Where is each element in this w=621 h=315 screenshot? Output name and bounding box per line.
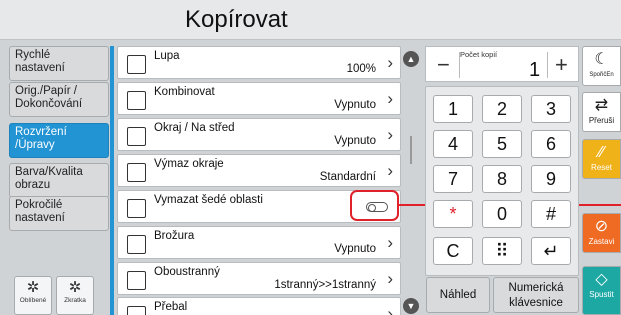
stop-button[interactable]: ⊘ Zastavi	[582, 213, 621, 253]
erase-grey-icon	[127, 199, 146, 218]
chevron-right-icon: ›	[387, 53, 393, 72]
key-8[interactable]: 8	[482, 165, 522, 193]
cover-icon	[127, 306, 146, 315]
key-9[interactable]: 9	[531, 165, 571, 193]
list-item-combine[interactable]: Kombinovat Vypnuto ›	[117, 82, 401, 115]
chevron-right-icon: ›	[387, 161, 393, 180]
copy-count-value[interactable]: 1	[529, 59, 540, 82]
scroll-up-icon[interactable]: ▲	[403, 51, 419, 67]
reset-button[interactable]: ⁄⁄ Reset	[582, 139, 621, 179]
tab-original-paper-finishing[interactable]: Orig./Papír / Dokončování	[9, 82, 109, 117]
combine-icon	[127, 91, 146, 110]
function-list: Lupa 100% › Kombinovat Vypnuto › Okraj /…	[117, 46, 401, 315]
favorites-label: Oblíbené	[19, 297, 47, 304]
start-icon: ◇	[595, 271, 608, 288]
tab-advanced-setup[interactable]: Pokročilé nastavení	[9, 196, 109, 231]
key-2[interactable]: 2	[482, 95, 522, 123]
tab-color-image-quality[interactable]: Barva/Kvalita obrazu	[9, 163, 109, 198]
list-item-margin-centering[interactable]: Okraj / Na střed Vypnuto ›	[117, 118, 401, 151]
start-button[interactable]: ◇ Spustit	[582, 266, 621, 315]
list-item-label: Kombinovat	[154, 86, 215, 98]
list-scrollbar[interactable]: ▲ ▼	[403, 51, 419, 315]
increment-button[interactable]: +	[555, 52, 568, 78]
stop-icon: ⊘	[594, 218, 609, 235]
shortcut-button[interactable]: ✲ Zkratka	[56, 276, 94, 315]
list-item-cover[interactable]: Přebal ›	[117, 297, 401, 315]
key-5[interactable]: 5	[482, 130, 522, 158]
list-item-label: Brožura	[154, 230, 195, 242]
interrupt-label: Přeruši	[588, 116, 615, 125]
list-item-zoom[interactable]: Lupa 100% ›	[117, 46, 401, 79]
copy-count-label: Počet kopií	[460, 50, 498, 59]
list-item-label: Lupa	[154, 50, 180, 62]
copy-count-field: − Počet kopií 1 +	[425, 46, 579, 82]
key-grid-icon[interactable]: ⠿	[482, 237, 522, 265]
key-asterisk[interactable]: *	[433, 200, 473, 228]
key-3[interactable]: 3	[531, 95, 571, 123]
toggle-highlight-callout	[350, 190, 399, 221]
key-hash[interactable]: #	[531, 200, 571, 228]
favorites-button[interactable]: ✲ Oblíbené	[14, 276, 52, 315]
list-item-value: Standardní	[319, 171, 376, 183]
start-label: Spustit	[589, 290, 614, 299]
energy-saver-button[interactable]: ☾ SpořičEn	[582, 46, 621, 86]
decrement-button[interactable]: −	[437, 52, 450, 78]
scroll-down-icon[interactable]: ▼	[403, 298, 419, 314]
list-item-value: Vypnuto	[334, 135, 376, 147]
moon-icon: ☾	[594, 51, 609, 68]
divider	[547, 52, 548, 78]
booklet-icon	[127, 235, 146, 254]
scroll-track	[410, 136, 412, 164]
list-item-label: Oboustranný	[154, 266, 220, 278]
list-item-label: Přebal	[154, 301, 188, 313]
reset-icon: ⁄⁄	[598, 144, 605, 161]
gear-plus-icon: ✲	[68, 279, 82, 296]
chevron-right-icon: ›	[387, 304, 393, 315]
list-item-value: Vypnuto	[334, 99, 376, 111]
numeric-keypad-button[interactable]: Numerická klávesnice	[493, 277, 579, 313]
list-item-value: 100%	[346, 63, 376, 75]
key-0[interactable]: 0	[482, 200, 522, 228]
sidebar: Rychlé nastavení Orig./Papír / Dokončová…	[9, 46, 109, 315]
key-1[interactable]: 1	[433, 95, 473, 123]
interrupt-button[interactable]: ⇄ Přeruši	[582, 92, 621, 132]
key-4[interactable]: 4	[433, 130, 473, 158]
list-item-duplex[interactable]: Oboustranný 1stranný>>1stranný ›	[117, 262, 401, 295]
list-item-label: Okraj / Na střed	[154, 122, 235, 134]
list-item-value: Vypnuto	[334, 243, 376, 255]
tab-layout-edit[interactable]: Rozvržení /Úpravy	[9, 123, 109, 158]
list-item-label: Vymazat šedé oblasti	[154, 194, 263, 206]
list-item-label: Výmaz okraje	[154, 158, 224, 170]
chevron-right-icon: ›	[387, 269, 393, 288]
key-clear[interactable]: C	[433, 237, 473, 265]
key-enter-icon[interactable]: ↵	[531, 237, 571, 265]
numeric-keypad: 1 2 3 4 5 6 7 8 9 * 0 # C ⠿ ↵	[425, 86, 579, 276]
preview-button[interactable]: Náhled	[426, 277, 490, 313]
page-title: Kopírovat	[185, 6, 288, 33]
title-bar: Kopírovat	[0, 0, 621, 40]
interrupt-icon: ⇄	[594, 97, 609, 114]
reset-label: Reset	[591, 163, 612, 172]
shortcut-label: Zkratka	[64, 297, 86, 304]
list-item-value: 1stranný>>1stranný	[274, 279, 376, 291]
duplex-icon	[127, 271, 146, 290]
key-6[interactable]: 6	[531, 130, 571, 158]
stop-label: Zastavi	[588, 237, 615, 246]
key-7[interactable]: 7	[433, 165, 473, 193]
document-icon	[127, 55, 146, 74]
border-erase-icon	[127, 163, 146, 182]
list-item-booklet[interactable]: Brožura Vypnuto ›	[117, 226, 401, 259]
energy-saver-label: SpořičEn	[589, 72, 614, 78]
margin-icon	[127, 127, 146, 146]
active-tab-indicator	[110, 46, 114, 315]
gear-star-icon: ✲	[26, 279, 40, 296]
list-item-border-erase[interactable]: Výmaz okraje Standardní ›	[117, 154, 401, 187]
tab-quick-setup[interactable]: Rychlé nastavení	[9, 46, 109, 81]
chevron-right-icon: ›	[387, 125, 393, 144]
chevron-right-icon: ›	[387, 89, 393, 108]
chevron-right-icon: ›	[387, 233, 393, 252]
